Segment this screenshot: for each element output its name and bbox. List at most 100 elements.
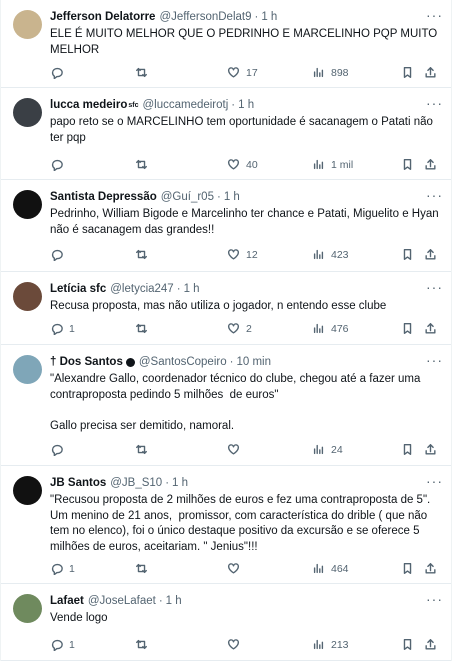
like-button[interactable] — [227, 562, 246, 575]
avatar[interactable] — [13, 98, 42, 127]
share-button[interactable] — [424, 322, 437, 335]
bookmark-button[interactable] — [401, 638, 414, 651]
reply-button[interactable] — [50, 248, 69, 261]
like-button[interactable]: 12 — [227, 248, 258, 261]
share-icon — [425, 444, 436, 455]
avatar[interactable] — [13, 282, 42, 311]
avatar[interactable] — [13, 594, 42, 623]
timestamp[interactable]: 1 h — [261, 10, 277, 25]
tweet-actions: 17 898 — [50, 66, 443, 82]
author-handle[interactable]: @SantosCopeiro — [139, 355, 227, 370]
views-button[interactable]: 464 — [312, 562, 349, 575]
views-button[interactable]: 24 — [312, 443, 343, 456]
retweet-button[interactable] — [135, 66, 154, 79]
author-handle[interactable]: @letycia247 — [110, 282, 173, 297]
share-icon — [425, 563, 436, 574]
views-button[interactable]: 1 mil — [312, 158, 353, 171]
share-icon — [425, 323, 436, 334]
separator-dot: · — [158, 595, 163, 607]
tweet[interactable]: ··· Jefferson Delatorre @JeffersonDelat9… — [1, 0, 451, 88]
author-handle[interactable]: @JeffersonDelat9 — [159, 10, 251, 25]
retweet-button[interactable] — [135, 562, 154, 575]
tweet-text: Pedrinho, William Bigode e Marcelinho te… — [50, 208, 442, 236]
bookmark-button[interactable] — [401, 443, 414, 456]
avatar[interactable] — [13, 190, 42, 219]
tweet[interactable]: ··· Letícia sfc @letycia247 · 1 h Recusa… — [1, 272, 451, 345]
views-button[interactable]: 213 — [312, 638, 349, 651]
like-count: 2 — [246, 322, 252, 335]
separator-dot: · — [176, 283, 181, 295]
views-button[interactable]: 423 — [312, 248, 349, 261]
timestamp[interactable]: 1 h — [238, 98, 254, 113]
timestamp[interactable]: 1 h — [166, 594, 182, 609]
retweet-button[interactable] — [135, 322, 154, 335]
share-button[interactable] — [424, 66, 437, 79]
avatar[interactable] — [13, 355, 42, 384]
tweet[interactable]: ··· † Dos Santos @SantosCopeiro · 10 min… — [1, 345, 451, 466]
views-chart-icon — [313, 67, 324, 78]
author-name[interactable]: Jefferson Delatorre — [50, 10, 155, 25]
reply-button[interactable]: 1 — [50, 322, 75, 335]
views-chart-icon — [313, 249, 324, 260]
tweet-text: Recusa proposta, mas não utiliza o jogad… — [50, 300, 387, 312]
tweet[interactable]: ··· JB Santos @JB_S10 · 1 h "Recusou pro… — [1, 466, 451, 584]
author-handle[interactable]: @luccamedeirotj — [142, 98, 228, 113]
timestamp[interactable]: 1 h — [184, 282, 200, 297]
bookmark-button[interactable] — [401, 248, 414, 261]
bookmark-icon — [403, 159, 412, 170]
share-icon — [425, 249, 436, 260]
views-chart-icon — [313, 563, 324, 574]
author-handle[interactable]: @Guí_r05 — [161, 190, 214, 205]
reply-button[interactable] — [50, 66, 69, 79]
author-name[interactable]: † Dos Santos — [50, 355, 123, 370]
author-name[interactable]: Lafaet — [50, 594, 84, 609]
reply-button[interactable]: 1 — [50, 638, 75, 651]
like-button[interactable] — [227, 638, 246, 651]
bookmark-button[interactable] — [401, 66, 414, 79]
retweet-button[interactable] — [135, 248, 154, 261]
tweet[interactable]: ··· Santista Depressão @Guí_r05 · 1 h Pe… — [1, 180, 451, 272]
bookmark-icon — [403, 639, 412, 650]
author-handle[interactable]: @JB_S10 — [110, 476, 162, 491]
view-count: 476 — [331, 322, 349, 335]
retweet-button[interactable] — [135, 638, 154, 651]
views-button[interactable]: 476 — [312, 322, 349, 335]
tweet-actions: 40 1 mil — [50, 158, 443, 174]
heart-icon — [228, 444, 239, 455]
timestamp[interactable]: 10 min — [236, 355, 271, 370]
like-button[interactable]: 40 — [227, 158, 258, 171]
like-button[interactable] — [227, 443, 246, 456]
like-button[interactable]: 17 — [227, 66, 258, 79]
reply-button[interactable] — [50, 158, 69, 171]
reply-button[interactable] — [50, 443, 69, 456]
share-button[interactable] — [424, 443, 437, 456]
share-icon — [425, 639, 436, 650]
author-handle[interactable]: @JoseLafaet — [88, 594, 156, 609]
retweet-icon — [136, 323, 147, 334]
bookmark-button[interactable] — [401, 158, 414, 171]
author-name[interactable]: Santista Depressão — [50, 190, 157, 205]
retweet-button[interactable] — [135, 443, 154, 456]
avatar[interactable] — [13, 10, 42, 39]
share-button[interactable] — [424, 638, 437, 651]
timestamp[interactable]: 1 h — [172, 476, 188, 491]
bookmark-button[interactable] — [401, 322, 414, 335]
author-name[interactable]: JB Santos — [50, 476, 106, 491]
share-button[interactable] — [424, 562, 437, 575]
author-name[interactable]: lucca medeiro — [50, 98, 127, 113]
timestamp[interactable]: 1 h — [224, 190, 240, 205]
share-button[interactable] — [424, 158, 437, 171]
retweet-button[interactable] — [135, 158, 154, 171]
tweet[interactable]: ··· lucca medeiro sfc @luccamedeirotj · … — [1, 88, 451, 180]
view-count: 898 — [331, 66, 349, 79]
bookmark-button[interactable] — [401, 562, 414, 575]
author-name[interactable]: Letícia sfc — [50, 282, 106, 297]
avatar[interactable] — [13, 476, 42, 505]
separator-dot: · — [165, 477, 170, 489]
like-button[interactable]: 2 — [227, 322, 252, 335]
views-button[interactable]: 898 — [312, 66, 349, 79]
reply-button[interactable]: 1 — [50, 562, 75, 575]
tweet[interactable]: ··· Lafaet @JoseLafaet · 1 h Vende logo … — [1, 584, 451, 661]
share-button[interactable] — [424, 248, 437, 261]
view-count: 1 mil — [331, 158, 354, 171]
